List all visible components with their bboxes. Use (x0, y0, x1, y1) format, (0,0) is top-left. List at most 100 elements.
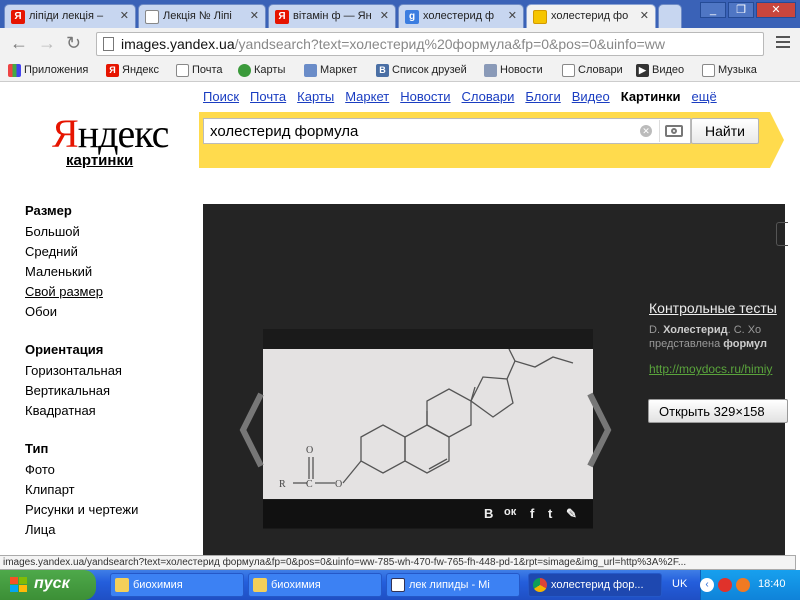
back-icon[interactable]: ← (10, 34, 28, 52)
reload-icon[interactable]: ↻ (66, 34, 81, 52)
nav-video[interactable]: Видео (572, 89, 610, 104)
opera-icon[interactable] (718, 578, 732, 592)
page-icon (176, 64, 189, 77)
word-icon (391, 578, 405, 592)
url-host: images.yandex.ua (121, 36, 235, 52)
address-bar[interactable]: images.yandex.ua/yandsearch?text=холесте… (96, 32, 764, 56)
nav-images: Картинки (620, 89, 681, 104)
search-input[interactable]: холестерид формула (203, 118, 691, 144)
filter-horizontal[interactable]: Горизонтальная (25, 363, 138, 383)
filter-size-medium[interactable]: Средний (25, 244, 138, 264)
source-link[interactable]: http://moydocs.ru/himiy (649, 362, 772, 376)
type-heading: Тип (25, 441, 49, 456)
filter-size-custom[interactable]: Свой размер (25, 284, 138, 304)
size-heading: Размер (25, 203, 72, 218)
task-folder-biochem-2[interactable]: биохимия (248, 573, 382, 597)
result-title-link[interactable]: Контрольные тесты (649, 300, 777, 316)
folder-icon (253, 578, 267, 592)
close-icon[interactable]: ✕ (508, 9, 517, 22)
bookmark-maps[interactable]: Карты (238, 64, 285, 77)
bookmark-music[interactable]: Музыка (702, 64, 757, 77)
status-url: images.yandex.ua/yandsearch?text=холесте… (0, 555, 796, 570)
filter-size-wallpaper[interactable]: Обои (25, 304, 138, 324)
nav-more[interactable]: ещё (692, 89, 717, 104)
twitter-share-icon[interactable]: t (548, 506, 552, 521)
filter-size-large[interactable]: Большой (25, 224, 138, 244)
bookmark-friends[interactable]: B Список друзей (376, 64, 467, 77)
tab-vitamin-f[interactable]: Я вітамін ф — Ян ✕ (268, 4, 396, 28)
prev-arrow-icon[interactable] (237, 390, 267, 470)
back-circle-icon[interactable]: ‹ (700, 578, 714, 592)
close-icon[interactable]: ✕ (640, 9, 649, 22)
search-button[interactable]: Найти (691, 118, 759, 144)
nav-search[interactable]: Поиск (203, 89, 239, 104)
new-tab-button[interactable] (658, 4, 682, 28)
browser-tabstrip: Я ліпіди лекція – ✕ Лекція № Ліпі ✕ Я ві… (0, 0, 800, 28)
filter-photo[interactable]: Фото (25, 462, 138, 482)
bookmark-mail[interactable]: Почта (176, 64, 223, 77)
task-word-lipids[interactable]: лек липиды - Mi (386, 573, 520, 597)
vk-share-icon[interactable]: В (484, 506, 493, 521)
filter-vertical[interactable]: Вертикальная (25, 383, 138, 403)
vk-icon: B (376, 64, 389, 77)
news-icon (484, 64, 497, 77)
viewer-close-tab[interactable] (776, 222, 788, 246)
nav-maps[interactable]: Карты (297, 89, 334, 104)
bookmark-yandex[interactable]: Я Яндекс (106, 64, 159, 77)
bookmark-video[interactable]: ▶ Видео (636, 64, 684, 77)
page-icon (562, 64, 575, 77)
close-icon[interactable]: ✕ (380, 9, 389, 22)
close-icon[interactable]: ✕ (120, 9, 129, 22)
preview-image[interactable]: R C O O (263, 349, 593, 499)
start-label: пуск (34, 575, 70, 592)
bookmark-market[interactable]: Маркет (304, 64, 357, 77)
window-close-button[interactable]: ✕ (756, 2, 796, 18)
result-snippet: D. Холестерид. С. Хо представлена формул (649, 324, 768, 350)
tab-cholesteride-yandex[interactable]: холестерид фо ✕ (526, 4, 656, 28)
tab-title: холестерид фо (551, 10, 629, 22)
firefox-icon[interactable] (736, 578, 750, 592)
next-arrow-icon[interactable] (584, 390, 614, 470)
task-chrome-cholesteride[interactable]: холестерид фор... (528, 573, 662, 597)
nav-news[interactable]: Новости (400, 89, 450, 104)
tab-title: ліпіди лекція – (29, 10, 104, 22)
camera-icon[interactable] (659, 120, 687, 142)
page-icon (145, 10, 159, 24)
language-indicator[interactable]: UK (672, 578, 687, 590)
facebook-share-icon[interactable]: f (530, 506, 534, 521)
forward-icon[interactable]: → (38, 34, 56, 52)
clock: 18:40 (758, 578, 786, 590)
bookmark-label: Список друзей (392, 64, 467, 76)
tab-lipids-lecture[interactable]: Я ліпіди лекція – ✕ (4, 4, 136, 28)
yandex-logo[interactable]: Яндекс (52, 110, 169, 157)
clear-icon[interactable]: ✕ (640, 125, 652, 137)
page-icon (702, 64, 715, 77)
url-path: /yandsearch?text=холестерид%20формула&fp… (234, 36, 666, 52)
filter-faces[interactable]: Лица (25, 522, 138, 542)
start-button[interactable]: пуск (0, 570, 96, 600)
filter-clipart[interactable]: Клипарт (25, 482, 138, 502)
filter-size-small[interactable]: Маленький (25, 264, 138, 284)
yandex-images-icon (533, 10, 547, 24)
nav-blogs[interactable]: Блоги (525, 89, 560, 104)
bookmark-news[interactable]: Новости (484, 64, 543, 77)
maximize-button[interactable]: ❐ (728, 2, 754, 18)
tab-lecture-lipids[interactable]: Лекція № Ліпі ✕ (138, 4, 266, 28)
bookmark-dictionaries[interactable]: Словари (562, 64, 623, 77)
maps-icon (238, 64, 251, 77)
filter-square[interactable]: Квадратная (25, 403, 138, 423)
tab-cholesteride-google[interactable]: g холестерид ф ✕ (398, 4, 524, 28)
task-folder-biochem-1[interactable]: биохимия (110, 573, 244, 597)
open-image-button[interactable]: Открыть 329×158 (648, 399, 788, 423)
minimize-button[interactable]: _ (700, 2, 726, 18)
nav-dictionaries[interactable]: Словари (462, 89, 515, 104)
filter-drawings[interactable]: Рисунки и чертежи (25, 502, 138, 522)
close-icon[interactable]: ✕ (250, 9, 259, 22)
bookmark-apps[interactable]: Приложения (8, 64, 88, 77)
odnoklassniki-share-icon[interactable]: ок (504, 506, 516, 518)
edit-icon[interactable]: ✎ (566, 506, 577, 522)
nav-market[interactable]: Маркет (345, 89, 389, 104)
chrome-menu-icon[interactable] (776, 36, 790, 50)
images-service-link[interactable]: картинки (66, 152, 133, 169)
nav-mail[interactable]: Почта (250, 89, 286, 104)
